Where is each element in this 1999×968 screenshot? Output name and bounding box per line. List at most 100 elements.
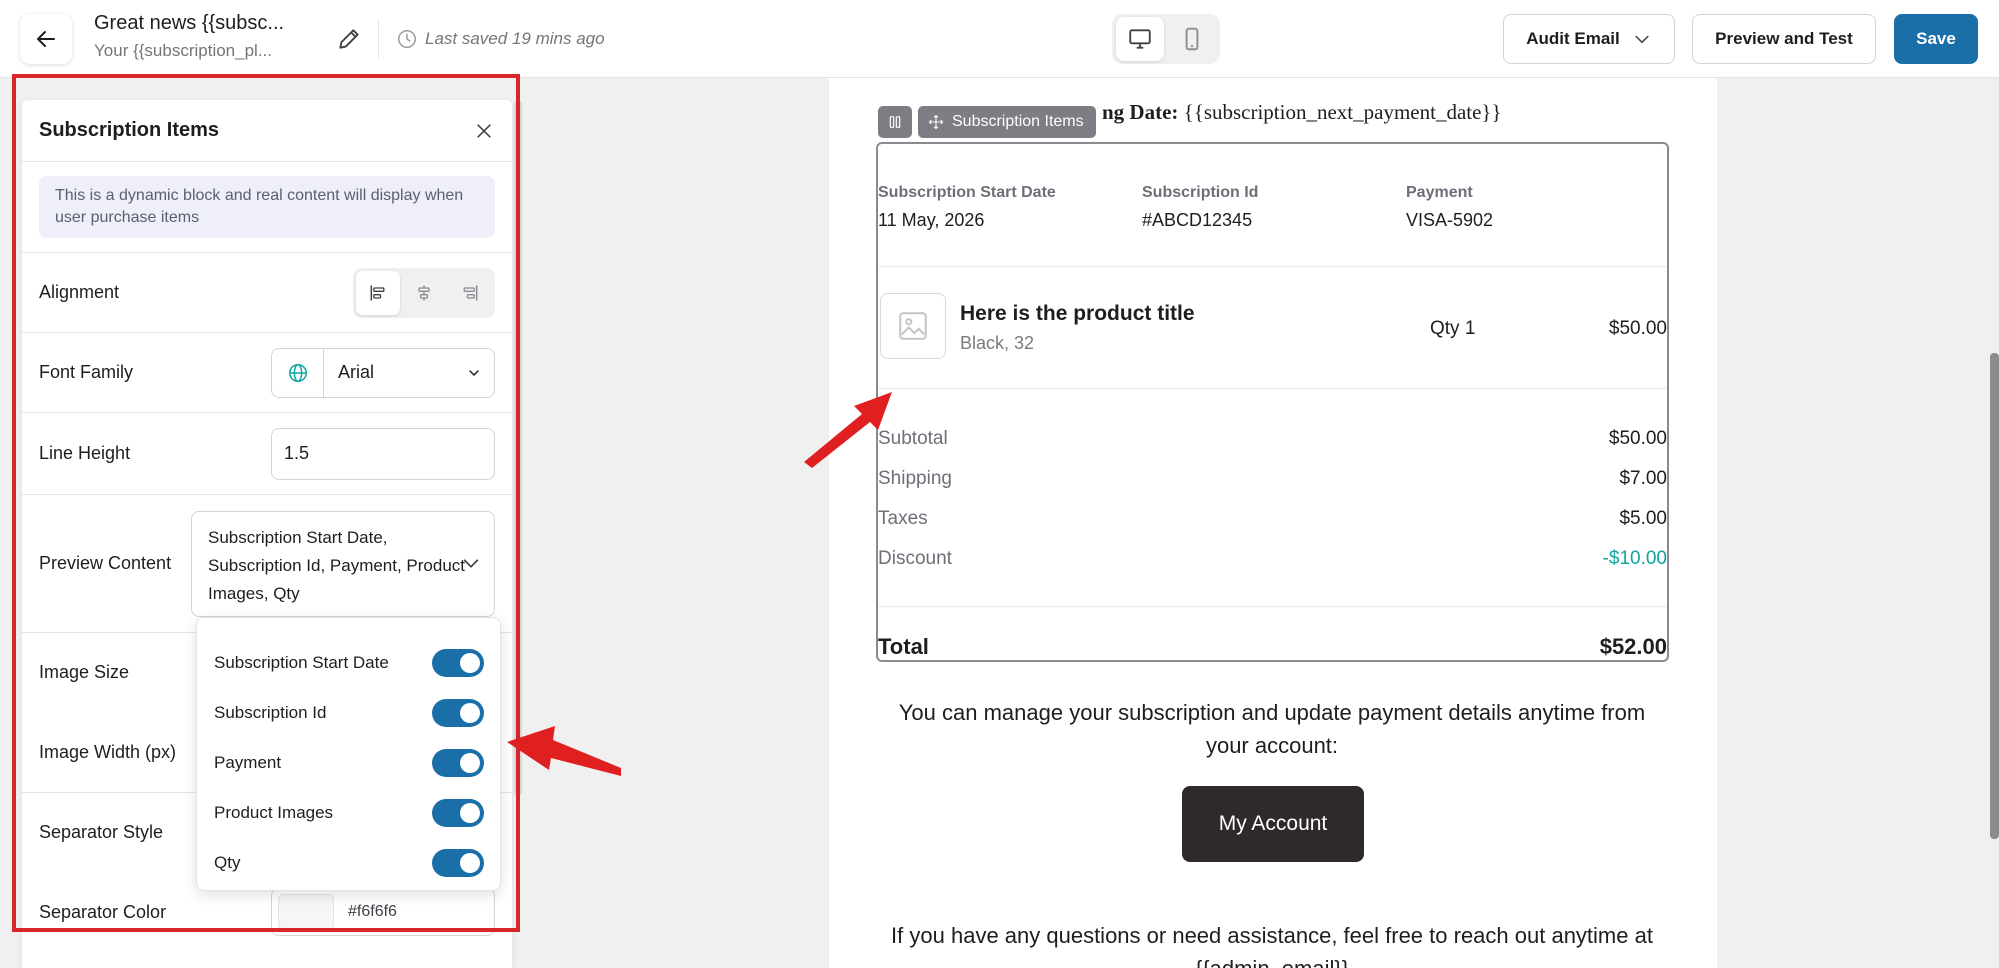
block-name-tag[interactable]: Subscription Items (918, 106, 1096, 138)
separator (878, 266, 1667, 267)
meta-value: 11 May, 2026 (878, 210, 985, 230)
summary-value: $50.00 (1608, 428, 1667, 449)
dropdown-item[interactable]: Subscription Id (197, 688, 500, 738)
product-price: $50.00 (1608, 318, 1667, 339)
dropdown-item-label: Product Images (214, 803, 334, 822)
discount-value: -$10.00 (1602, 548, 1667, 569)
device-toggle (1112, 14, 1220, 64)
questions-text[interactable]: If you have any questions or need assist… (869, 919, 1675, 968)
separator-color-input[interactable]: #f6f6f6 (271, 888, 495, 936)
last-saved-status: Last saved 19 mins ago (425, 29, 605, 48)
dropdown-item[interactable]: Qty (197, 838, 500, 888)
panel-scrollbar[interactable] (514, 100, 522, 796)
summary-value: $7.00 (1619, 468, 1667, 489)
my-account-button[interactable]: My Account (1182, 786, 1364, 862)
panel-title: Subscription Items (39, 119, 220, 141)
clock-icon (398, 30, 416, 48)
block-toolbar: Subscription Items (878, 106, 1096, 138)
drag-handle-button[interactable] (878, 106, 912, 138)
dropdown-item[interactable]: Payment (197, 738, 500, 788)
globe-icon (288, 363, 307, 382)
font-family-label: Font Family (39, 362, 134, 382)
divider (378, 20, 379, 58)
web-font-toggle[interactable] (272, 348, 324, 397)
desktop-view-button[interactable] (1116, 17, 1164, 61)
meta-value: #ABCD12345 (1142, 210, 1253, 230)
align-center-button[interactable] (402, 271, 446, 315)
alignment-row: Alignment (22, 252, 512, 332)
line-height-input[interactable]: 1.5 (271, 427, 495, 480)
toggle-switch[interactable] (432, 649, 484, 677)
align-right-icon (463, 285, 478, 300)
meta-label: Subscription Start Date (878, 184, 1056, 201)
email-preheader[interactable]: Your {{subscription_pl... (94, 41, 304, 61)
separator-color-value: #f6f6f6 (348, 903, 397, 920)
align-left-button[interactable] (356, 270, 400, 315)
close-icon[interactable] (474, 121, 494, 141)
preview-content-row: Preview Content Subscription Start Date,… (22, 494, 512, 632)
align-right-button[interactable] (448, 271, 492, 315)
chevron-down-icon (463, 558, 479, 568)
title-block: Great news {{subsc... Your {{subscriptio… (94, 12, 304, 61)
image-placeholder-icon (899, 312, 927, 340)
preview-content-value: Subscription Start Date, Subscription Id… (208, 527, 466, 603)
canvas-scrollbar[interactable] (1990, 353, 1999, 839)
product-title: Here is the product title (960, 302, 1195, 325)
subscription-items-block[interactable]: Subscription Start Date 11 May, 2026 Sub… (876, 142, 1669, 662)
product-variant: Black, 32 (960, 333, 1035, 353)
summary-value: $5.00 (1619, 508, 1667, 529)
summary-label: Discount (878, 548, 952, 569)
summary-row: Subtotal $50.00 (878, 428, 1667, 450)
panel-header: Subscription Items (22, 100, 512, 162)
dropdown-item-label: Qty (214, 853, 241, 872)
separator (878, 606, 1667, 607)
font-family-select[interactable]: Arial (271, 347, 495, 398)
total-label: Total (878, 634, 929, 659)
preview-content-label: Preview Content (39, 553, 172, 573)
product-image (880, 293, 946, 359)
preview-and-test-button[interactable]: Preview and Test (1692, 14, 1876, 64)
desktop-icon (1129, 29, 1151, 49)
font-family-value: Arial (338, 362, 375, 382)
separator (878, 388, 1667, 389)
annotation-arrow-icon (507, 726, 621, 776)
arrow-left-icon (37, 31, 55, 47)
summary-row: Taxes $5.00 (878, 508, 1667, 530)
block-name-label: Subscription Items (952, 113, 1084, 130)
manage-subscription-text[interactable]: You can manage your subscription and upd… (889, 696, 1655, 762)
font-family-row: Font Family Arial (22, 332, 512, 412)
product-qty: Qty 1 (1430, 318, 1476, 339)
meta-label: Subscription Id (1142, 184, 1259, 201)
next-billing-line: ng Date: {{subscription_next_payment_dat… (1102, 100, 1502, 125)
pencil-icon[interactable] (336, 26, 362, 52)
dropdown-item[interactable]: Subscription Start Date (197, 638, 500, 688)
dropdown-item-label: Subscription Id (214, 703, 327, 722)
next-billing-value: {{subscription_next_payment_date}} (1183, 100, 1502, 124)
alignment-control (353, 267, 495, 318)
separator-style-label: Separator Style (39, 822, 164, 842)
annotation-arrow-icon (804, 392, 892, 468)
summary-row: Shipping $7.00 (878, 468, 1667, 490)
color-swatch[interactable] (278, 894, 334, 930)
toggle-switch[interactable] (432, 849, 484, 877)
next-billing-label: ng Date: (1102, 100, 1179, 124)
dynamic-block-notice: This is a dynamic block and real content… (39, 176, 495, 238)
preview-content-select[interactable]: Subscription Start Date, Subscription Id… (191, 510, 495, 617)
meta-label: Payment (1406, 184, 1473, 201)
toggle-switch[interactable] (432, 699, 484, 727)
save-button[interactable]: Save (1894, 14, 1978, 64)
align-left-icon (370, 285, 385, 300)
email-subject[interactable]: Great news {{subsc... (94, 12, 304, 35)
move-icon (928, 114, 944, 130)
toggle-switch[interactable] (432, 749, 484, 777)
audit-email-button[interactable]: Audit Email (1503, 14, 1675, 64)
alignment-label: Alignment (39, 282, 120, 302)
preview-content-dropdown: Subscription Start Date Subscription Id … (196, 617, 501, 891)
dropdown-item[interactable]: Product Images (197, 788, 500, 838)
top-bar: Great news {{subsc... Your {{subscriptio… (0, 0, 1999, 78)
mobile-view-button[interactable] (1168, 17, 1216, 61)
toggle-switch[interactable] (432, 799, 484, 827)
back-button[interactable] (20, 14, 72, 64)
image-width-label: Image Width (px) (39, 741, 177, 762)
image-size-label: Image Size (39, 662, 130, 682)
